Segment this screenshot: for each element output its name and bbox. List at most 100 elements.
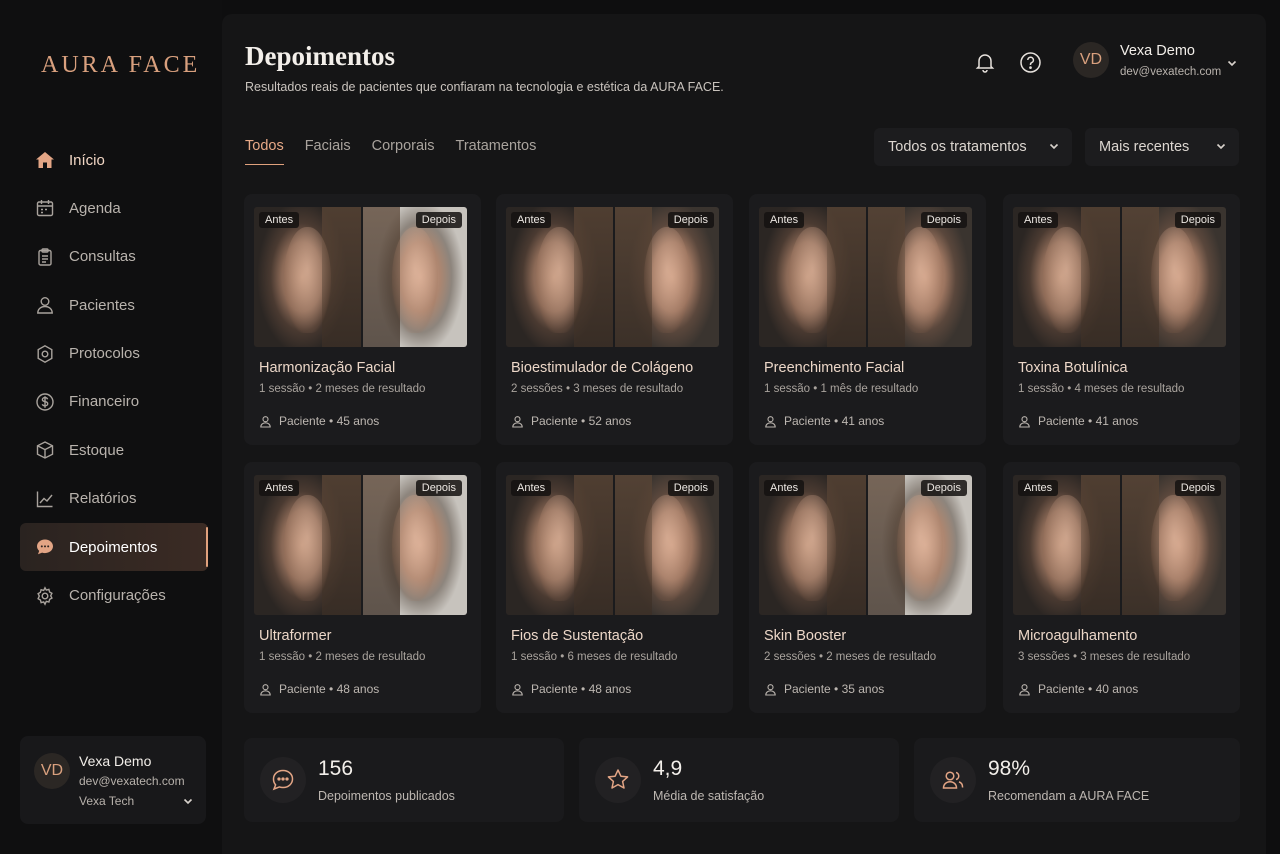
card-title: Skin Booster (764, 628, 847, 644)
patient-info: Paciente • 40 anos (1038, 682, 1139, 696)
patient-info: Paciente • 45 anos (279, 414, 380, 428)
sidebar-item-label: Depoimentos (69, 538, 158, 556)
sidebar-item-financeiro[interactable]: Financeiro (20, 378, 208, 426)
chevron-down-icon (1215, 140, 1227, 156)
sort-select[interactable]: Mais recentes (1085, 128, 1239, 166)
sidebar: AURA FACE Início Agenda Consultas Pacien… (0, 0, 222, 854)
calendar-icon (34, 197, 56, 219)
testimonial-card[interactable]: Antes Depois Skin Booster 2 sessões • 2 … (749, 462, 986, 713)
before-after-photos[interactable]: Antes Depois (1013, 207, 1226, 347)
avatar: VD (1073, 42, 1109, 78)
card-patient: Paciente • 35 anos (764, 682, 884, 696)
sidebar-item-agenda[interactable]: Agenda (20, 184, 208, 232)
after-badge: Depois (667, 480, 714, 496)
sidebar-item-label: Configurações (69, 587, 166, 605)
filter-tabs: Todos Faciais Corporais Tratamentos (245, 138, 536, 165)
chat-bubble-icon (260, 757, 306, 803)
testimonial-card[interactable]: Antes Depois Ultraformer 1 sessão • 2 me… (244, 462, 481, 713)
after-photo: Depois (612, 475, 719, 615)
card-meta: 3 sessões • 3 meses de resultado (1018, 651, 1191, 663)
sidebar-item-protocolos[interactable]: Protocolos (20, 330, 208, 378)
sidebar-item-label: Consultas (69, 248, 136, 266)
user-icon (1019, 683, 1030, 696)
card-title: Ultraformer (259, 628, 332, 644)
brand-logo[interactable]: AURA FACE (41, 52, 200, 79)
before-after-photos[interactable]: Antes Depois (506, 475, 719, 615)
sidebar-item-label: Financeiro (69, 393, 140, 411)
before-photo: Antes (254, 475, 361, 615)
testimonial-card[interactable]: Antes Depois Toxina Botulínica 1 sessão … (1003, 194, 1240, 445)
user-icon (512, 415, 523, 428)
stat-label: Depoimentos publicados (318, 789, 455, 803)
after-badge: Depois (415, 212, 462, 228)
sidebar-item-relatorios[interactable]: Relatórios (20, 475, 208, 523)
before-after-photos[interactable]: Antes Depois (506, 207, 719, 347)
sidebar-item-inicio[interactable]: Início (20, 136, 208, 184)
tab-corporais[interactable]: Corporais (372, 138, 435, 165)
home-icon (34, 149, 56, 171)
page-title: Depoimentos (245, 41, 395, 71)
sidebar-item-consultas[interactable]: Consultas (20, 233, 208, 281)
sidebar-item-label: Protocolos (69, 345, 140, 363)
after-badge: Depois (667, 212, 714, 228)
before-after-photos[interactable]: Antes Depois (759, 207, 972, 347)
patient-info: Paciente • 41 anos (1038, 414, 1139, 428)
after-photo: Depois (865, 207, 972, 347)
settings-icon (34, 585, 56, 607)
user-icon (512, 683, 523, 696)
tab-faciais[interactable]: Faciais (305, 138, 351, 165)
treatment-select[interactable]: Todos os tratamentos (874, 128, 1072, 166)
help-icon[interactable] (1018, 50, 1042, 74)
patient-info: Paciente • 41 anos (784, 414, 885, 428)
testimonial-card[interactable]: Antes Depois Bioestimulador de Colágeno … (496, 194, 733, 445)
card-patient: Paciente • 41 anos (1018, 414, 1138, 428)
testimonial-card[interactable]: Antes Depois Fios de Sustentação 1 sessã… (496, 462, 733, 713)
sidebar-user-card[interactable]: VD Vexa Demo dev@vexatech.com Vexa Tech (20, 736, 206, 824)
user-icon (765, 415, 776, 428)
stat-label: Média de satisfação (653, 789, 765, 803)
patient-info: Paciente • 35 anos (784, 682, 885, 696)
user-email: dev@vexatech.com (79, 774, 185, 788)
after-photo: Depois (360, 207, 467, 347)
bell-icon[interactable] (973, 50, 997, 74)
before-badge: Antes (1018, 212, 1059, 228)
before-badge: Antes (511, 480, 552, 496)
sidebar-item-label: Pacientes (69, 296, 135, 314)
before-badge: Antes (511, 212, 552, 228)
sidebar-nav: Início Agenda Consultas Pacientes Protoc… (20, 136, 208, 620)
before-after-photos[interactable]: Antes Depois (1013, 475, 1226, 615)
before-badge: Antes (259, 212, 300, 228)
gear-icon (34, 343, 56, 365)
user-icon (1019, 415, 1030, 428)
tab-tratamentos[interactable]: Tratamentos (456, 138, 537, 165)
before-photo: Antes (1013, 207, 1120, 347)
chevron-down-icon[interactable] (1226, 56, 1238, 74)
chevron-down-icon[interactable] (182, 794, 194, 812)
user-name: Vexa Demo (1120, 43, 1195, 59)
testimonial-card[interactable]: Antes Depois Harmonização Facial 1 sessã… (244, 194, 481, 445)
sort-select-value: Mais recentes (1099, 139, 1190, 155)
before-after-photos[interactable]: Antes Depois (254, 475, 467, 615)
user-email: dev@vexatech.com (1120, 66, 1222, 78)
sidebar-item-estoque[interactable]: Estoque (20, 426, 208, 474)
sidebar-item-pacientes[interactable]: Pacientes (20, 281, 208, 329)
patient-info: Paciente • 48 anos (531, 682, 632, 696)
before-photo: Antes (1013, 475, 1120, 615)
card-title: Toxina Botulínica (1018, 360, 1128, 376)
sidebar-item-configuracoes[interactable]: Configurações (20, 572, 208, 620)
card-meta: 2 sessões • 2 meses de resultado (764, 651, 937, 663)
tab-todos[interactable]: Todos (245, 138, 284, 165)
chart-icon (34, 488, 56, 510)
sidebar-item-label: Estoque (69, 441, 125, 459)
sidebar-item-label: Relatórios (69, 490, 137, 508)
sidebar-item-depoimentos[interactable]: Depoimentos (20, 523, 208, 572)
testimonial-card[interactable]: Antes Depois Preenchimento Facial 1 sess… (749, 194, 986, 445)
user-icon (260, 683, 271, 696)
before-after-photos[interactable]: Antes Depois (254, 207, 467, 347)
testimonial-card[interactable]: Antes Depois Microagulhamento 3 sessões … (1003, 462, 1240, 713)
before-photo: Antes (254, 207, 361, 347)
before-after-photos[interactable]: Antes Depois (759, 475, 972, 615)
user-icon (765, 683, 776, 696)
clipboard-icon (34, 246, 56, 268)
after-photo: Depois (1119, 207, 1226, 347)
